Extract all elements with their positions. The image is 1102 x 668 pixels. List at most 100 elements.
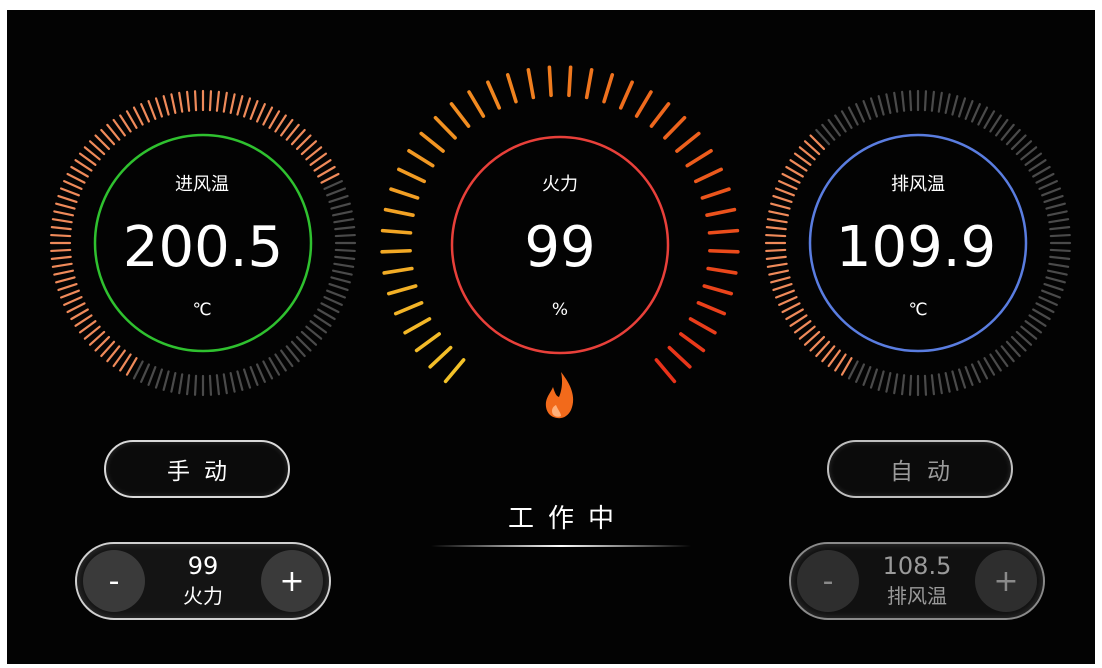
exhaust-temp-tick (768, 210, 790, 217)
exhaust-temp-tick (1035, 172, 1055, 184)
inlet-temp-tick (215, 90, 220, 112)
exhaust-temp-tick (885, 93, 892, 115)
exhaust-temp-tick (957, 368, 967, 389)
exhaust-temp-tick (785, 308, 804, 321)
exhaust-temp-tick (765, 233, 787, 238)
exhaust-temp-unit: ℃ (908, 300, 928, 320)
fire-power-increase-button[interactable]: + (261, 550, 323, 612)
fire-power-tick (393, 301, 424, 316)
fire-power-tick (419, 131, 445, 153)
exhaust-temp-tick (977, 106, 989, 126)
exhaust-temp-tick (766, 218, 788, 224)
exhaust-temp-tick (901, 374, 906, 396)
inlet-temp-tick (236, 95, 244, 116)
exhaust-temp-tick (765, 248, 787, 253)
fire-power-tick (382, 266, 414, 275)
fire-power-tick (386, 284, 418, 296)
exhaust-temp-tick (983, 110, 996, 129)
exhaust-temp-tick (989, 114, 1002, 133)
exhaust-temp-tick (930, 90, 935, 112)
inlet-temp-tick (255, 363, 266, 383)
inlet-temp-tick (132, 360, 144, 380)
inlet-temp-tick (328, 194, 349, 204)
exhaust-temp-tick (840, 110, 853, 129)
inlet-temp-tick (57, 194, 78, 204)
fire-power-tick (675, 131, 701, 153)
exhaust-temp-tick (1028, 314, 1047, 327)
fire-power-tick (383, 207, 415, 217)
exhaust-temp-tick (908, 374, 913, 396)
exhaust-temp-tick (869, 97, 879, 118)
inlet-temp-tick (70, 308, 89, 321)
exhaust-temp-tick (862, 366, 872, 387)
fire-power-tick (486, 80, 502, 110)
exhaust-temp-tick (877, 370, 885, 391)
work-status-text: 工作中 (507, 504, 628, 534)
exhaust-temp-increase-button[interactable]: + (975, 550, 1037, 612)
inlet-temp-tick (222, 91, 228, 113)
inlet-temp-tick (249, 366, 259, 387)
fire-power-tick (505, 73, 518, 104)
fire-power-tick (707, 228, 740, 235)
exhaust-temp-tick (768, 269, 790, 276)
auto-mode-button[interactable]: 自动 (827, 440, 1013, 498)
exhaust-temp-tick (1049, 255, 1071, 260)
inlet-temp-tick (274, 353, 287, 372)
inlet-temp-unit: ℃ (192, 300, 212, 320)
inlet-temp-tick (330, 202, 351, 210)
inlet-temp-tick (229, 371, 236, 393)
exhaust-temp-tick (944, 93, 951, 115)
fire-power-tick (397, 167, 426, 184)
exhaust-temp-tick (1045, 202, 1066, 210)
inlet-temp-tick (170, 93, 177, 115)
inlet-temp-tick (55, 202, 76, 210)
inlet-temp-tick (57, 282, 78, 292)
inlet-temp-tick (242, 368, 252, 389)
exhaust-temp-tick (1032, 165, 1051, 178)
exhaust-temp-tick (1035, 302, 1055, 314)
inlet-temp-tick (320, 302, 340, 314)
inlet-temp-tick (274, 114, 287, 133)
inlet-temp-tick (333, 218, 355, 224)
fire-power-tick (547, 65, 553, 98)
inlet-temp-tick (229, 93, 236, 115)
fire-power-tick (428, 345, 453, 369)
inlet-temp-tick (51, 218, 73, 224)
exhaust-temp-tick (885, 371, 892, 393)
exhaust-temp-tick (1038, 295, 1058, 306)
exhaust-temp-tick (774, 289, 795, 299)
inlet-temp-tick (55, 276, 76, 284)
fire-power-tick (526, 68, 536, 100)
exhaust-temp-tick (834, 353, 847, 372)
exhaust-temp-tick (877, 95, 885, 116)
inlet-temp-tick (51, 262, 73, 268)
inlet-temp-tick (154, 97, 164, 118)
exhaust-temp-tick (855, 103, 866, 123)
manual-mode-button[interactable]: 手动 (104, 440, 290, 498)
inlet-temp-tick (313, 159, 332, 172)
fire-power-tick (708, 248, 740, 254)
inlet-temp-tick (53, 210, 75, 217)
exhaust-temp-tick (855, 363, 866, 383)
fire-power-tick (602, 73, 615, 104)
inlet-temp-tick (186, 374, 191, 396)
exhaust-temp-stepper: - 108.5 排风温 + (789, 542, 1045, 620)
inlet-temp-tick (242, 97, 252, 118)
exhaust-temp-tick (774, 187, 795, 197)
fire-power-tick (467, 90, 486, 118)
inlet-temp-tick (132, 106, 144, 126)
exhaust-temp-title: 排风温 (891, 174, 945, 195)
exhaust-temp-tick (778, 180, 798, 191)
fire-power-tick (634, 90, 653, 118)
inlet-temp-tick (63, 295, 83, 306)
fire-power-tick (414, 332, 441, 353)
inlet-temp-tick (236, 370, 244, 391)
inlet-temp-tick (334, 255, 356, 260)
exhaust-temp-tick (770, 276, 791, 284)
exhaust-temp-tick (1041, 289, 1062, 299)
exhaust-temp-tick (1038, 180, 1058, 191)
inlet-temp-tick (323, 295, 343, 306)
exhaust-temp-tick (772, 282, 793, 292)
fire-power-tick (705, 207, 737, 217)
inlet-temp-tick (50, 226, 72, 231)
